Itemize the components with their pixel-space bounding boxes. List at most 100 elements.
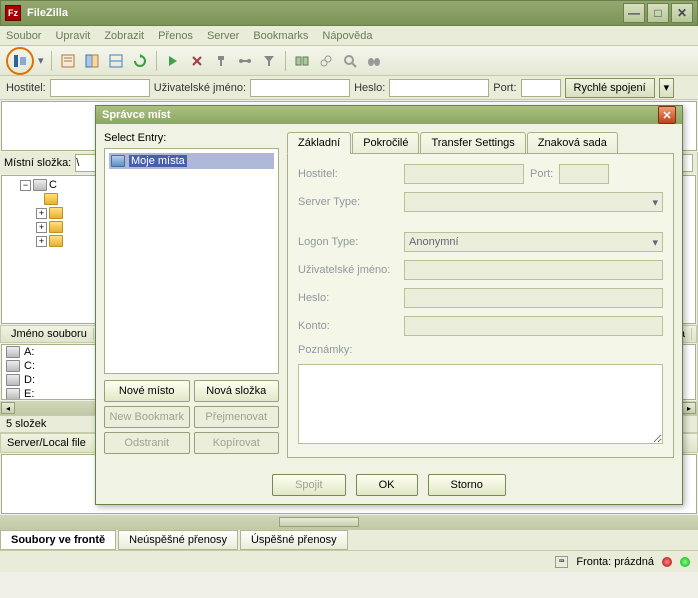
ok-button[interactable]: OK xyxy=(356,474,418,496)
chevron-down-icon: ▾ xyxy=(652,196,658,209)
tab-charset[interactable]: Znaková sada xyxy=(527,132,618,154)
host-input[interactable] xyxy=(50,79,150,97)
logontype-value: Anonymní xyxy=(409,236,459,248)
activity-led-send xyxy=(680,557,690,567)
tree-expand-icon[interactable]: + xyxy=(36,222,47,233)
menu-bookmarks[interactable]: Bookmarks xyxy=(253,30,308,42)
pass-field-label: Heslo: xyxy=(298,292,398,304)
folder-icon xyxy=(49,221,63,233)
site-manager-button[interactable] xyxy=(6,47,34,75)
site-manager-dialog: Správce míst ✕ Select Entry: Moje místa … xyxy=(95,105,683,505)
disconnect-button[interactable] xyxy=(210,50,232,72)
cancel-button[interactable] xyxy=(186,50,208,72)
refresh-button[interactable] xyxy=(129,50,151,72)
my-sites-label: Moje místa xyxy=(129,155,187,167)
new-site-button[interactable]: Nové místo xyxy=(104,380,190,402)
minimize-button[interactable]: — xyxy=(623,3,645,23)
entry-pane: Select Entry: Moje místa Nové místo Nová… xyxy=(104,132,279,458)
dialog-title: Správce míst xyxy=(102,109,170,121)
menu-help[interactable]: Nápověda xyxy=(322,30,372,42)
menu-transfer[interactable]: Přenos xyxy=(158,30,193,42)
dialog-close-button[interactable]: ✕ xyxy=(658,106,676,124)
menu-server[interactable]: Server xyxy=(207,30,239,42)
tab-advanced[interactable]: Pokročilé xyxy=(352,132,419,154)
binoculars-button[interactable] xyxy=(363,50,385,72)
user-field-label: Uživatelské jméno: xyxy=(298,264,398,276)
sites-folder-icon xyxy=(111,155,125,167)
settings-pane: Základní Pokročilé Transfer Settings Zna… xyxy=(287,132,674,458)
site-tree[interactable]: Moje místa xyxy=(104,148,279,374)
servertype-select: ▾ xyxy=(404,192,663,212)
folder-icon xyxy=(49,207,63,219)
pass-field xyxy=(404,288,663,308)
tab-successful-transfers[interactable]: Úspěšné přenosy xyxy=(240,530,348,550)
toggle-tree-button[interactable] xyxy=(81,50,103,72)
tab-failed-transfers[interactable]: Neúspěšné přenosy xyxy=(118,530,238,550)
tab-queued-files[interactable]: Soubory ve frontě xyxy=(0,530,116,550)
server-icon xyxy=(12,53,28,69)
port-field xyxy=(559,164,609,184)
tab-content-general: Hostitel: Port: Server Type: ▾ Logon Typ… xyxy=(287,153,674,458)
notes-textarea[interactable] xyxy=(298,364,663,444)
host-field xyxy=(404,164,524,184)
folder-icon xyxy=(44,193,58,205)
quickconnect-bar: Hostitel: Uživatelské jméno: Heslo: Port… xyxy=(0,76,698,100)
scroll-handle[interactable] xyxy=(279,517,359,527)
compare-button[interactable] xyxy=(291,50,313,72)
quickconnect-history-button[interactable]: ▾ xyxy=(659,78,675,98)
dialog-titlebar[interactable]: Správce míst ✕ xyxy=(96,106,682,124)
toggle-log-button[interactable] xyxy=(57,50,79,72)
close-button[interactable]: ✕ xyxy=(671,3,693,23)
folder-icon xyxy=(49,235,63,247)
window-title: FileZilla xyxy=(27,7,623,19)
reconnect-button[interactable] xyxy=(234,50,256,72)
floppy-icon xyxy=(6,346,20,358)
account-field xyxy=(404,316,663,336)
my-sites-node[interactable]: Moje místa xyxy=(109,153,274,169)
logontype-label: Logon Type: xyxy=(298,236,398,248)
queue-hscroll[interactable] xyxy=(0,515,698,529)
maximize-button[interactable]: □ xyxy=(647,3,669,23)
quickconnect-button[interactable]: Rychlé spojení xyxy=(565,78,655,98)
menubar: Soubor Upravit Zobrazit Přenos Server Bo… xyxy=(0,26,698,46)
delete-button: Odstranit xyxy=(104,432,190,454)
name-column[interactable]: Jméno souboru xyxy=(5,328,94,340)
new-folder-button[interactable]: Nová složka xyxy=(194,380,280,402)
user-input[interactable] xyxy=(250,79,350,97)
chevron-down-icon: ▾ xyxy=(652,236,658,249)
tab-general[interactable]: Základní xyxy=(287,132,351,154)
notes-label: Poznámky: xyxy=(298,344,398,356)
dialog-buttons: Spojit OK Storno xyxy=(96,466,682,504)
process-queue-button[interactable] xyxy=(162,50,184,72)
tab-transfer-settings[interactable]: Transfer Settings xyxy=(420,132,525,154)
sync-browse-button[interactable] xyxy=(315,50,337,72)
keyboard-icon: ⌨ xyxy=(555,556,568,568)
select-entry-label: Select Entry: xyxy=(104,132,279,144)
filter-button[interactable] xyxy=(258,50,280,72)
statusbar: ⌨ Fronta: prázdná xyxy=(0,550,698,572)
dropdown-arrow-icon[interactable]: ▾ xyxy=(36,54,46,67)
menu-edit[interactable]: Upravit xyxy=(55,30,90,42)
copy-button: Kopírovat xyxy=(194,432,280,454)
pass-input[interactable] xyxy=(389,79,489,97)
user-label: Uživatelské jméno: xyxy=(154,82,246,94)
scroll-right-icon[interactable]: ▸ xyxy=(682,402,696,414)
cancel-dialog-button[interactable]: Storno xyxy=(428,474,506,496)
toggle-queue-button[interactable] xyxy=(105,50,127,72)
tree-expand-icon[interactable]: + xyxy=(36,236,47,247)
menu-view[interactable]: Zobrazit xyxy=(104,30,144,42)
search-button[interactable] xyxy=(339,50,361,72)
servertype-label: Server Type: xyxy=(298,196,398,208)
titlebar: Fz FileZilla — □ ✕ xyxy=(0,0,698,26)
scroll-left-icon[interactable]: ◂ xyxy=(1,402,15,414)
queue-status: Fronta: prázdná xyxy=(576,556,654,568)
tree-collapse-icon[interactable]: − xyxy=(20,180,31,191)
host-label: Hostitel: xyxy=(6,82,46,94)
new-bookmark-button: New Bookmark xyxy=(104,406,190,428)
pass-label: Heslo: xyxy=(354,82,385,94)
tree-expand-icon[interactable]: + xyxy=(36,208,47,219)
port-input[interactable] xyxy=(521,79,561,97)
menu-file[interactable]: Soubor xyxy=(6,30,41,42)
local-path-label: Místní složka: xyxy=(4,157,71,169)
port-field-label: Port: xyxy=(530,168,553,180)
